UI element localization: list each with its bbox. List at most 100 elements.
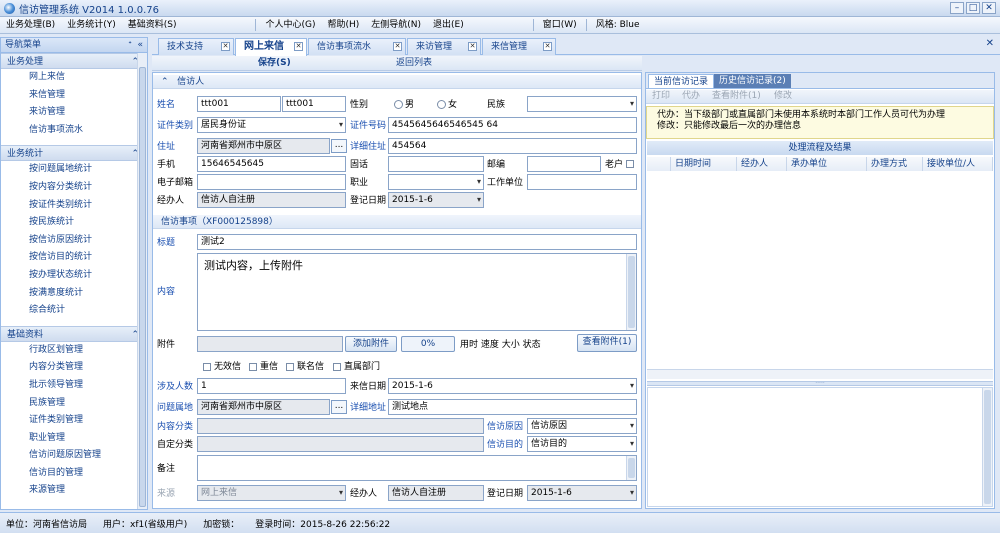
address-field[interactable]: 河南省郑州市中原区 [197,138,330,154]
nav-stat-reason[interactable]: 按信访原因统计 [1,232,147,250]
view-attachment-link[interactable]: 查看附件(1) [712,90,761,103]
email-field[interactable] [197,174,346,190]
nav-stat-overall[interactable]: 综合统计 [1,302,147,320]
close-icon[interactable]: ✕ [543,42,552,51]
menu-left-nav[interactable]: 左侧导航(N) [365,17,427,34]
group-statistics[interactable]: 业务统计 ⌃ [1,145,147,162]
address-picker-button[interactable]: ... [331,139,347,153]
problem-place-picker-button[interactable]: ... [331,400,347,414]
col-handler[interactable]: 经办人 [737,157,787,171]
nav-stat-place[interactable]: 按问题属地统计 [1,161,147,179]
remark-scrollbar[interactable] [626,456,636,480]
custom-category-field[interactable] [197,436,484,452]
nav-stat-satisfaction[interactable]: 按满意度统计 [1,285,147,303]
print-button[interactable]: 打印 [652,90,670,103]
minimize-icon[interactable]: – [950,2,964,14]
people-field[interactable]: 1 [197,378,346,394]
joint-checkbox[interactable] [286,363,294,371]
save-button[interactable]: 保存(S) [258,56,291,71]
idtype-select[interactable]: 居民身份证 [197,117,346,133]
detail-address-field[interactable]: 测试地点 [388,399,637,415]
tab-online-letter[interactable]: 网上来信 ✕ [235,38,307,56]
tab-visit-mgmt[interactable]: 来访管理 ✕ [407,38,481,55]
col-unit[interactable]: 承办单位 [787,157,867,171]
nav-stat-status[interactable]: 按办理状态统计 [1,267,147,285]
female-radio[interactable] [437,100,446,109]
nav-stat-ethnic[interactable]: 按民族统计 [1,214,147,232]
category-field[interactable] [197,418,484,434]
nav-stat-content[interactable]: 按内容分类统计 [1,179,147,197]
elder-checkbox[interactable] [626,160,634,168]
menu-personal[interactable]: 个人中心(G) [259,17,321,34]
close-icon[interactable]: ✕ [221,42,230,51]
collapse-icon[interactable]: ⌃ [161,77,169,87]
remark-textarea[interactable] [197,455,637,481]
nav-purpose[interactable]: 信访目的管理 [1,465,147,483]
back-to-list-button[interactable]: 返回列表 [396,56,432,71]
nav-leader[interactable]: 批示领导管理 [1,377,147,395]
purpose-select[interactable]: 信访目的 [527,436,637,452]
job-select[interactable] [388,174,484,190]
collapse-icon[interactable]: « [137,40,143,50]
nav-region[interactable]: 行政区划管理 [1,342,147,360]
menu-window[interactable]: 窗口(W) [537,17,583,34]
group-business[interactable]: 业务处理 ⌃ [1,53,147,69]
repeat-checkbox[interactable] [249,363,257,371]
reason-select[interactable]: 信访原因 [527,418,637,434]
nav-idtype[interactable]: 证件类别管理 [1,412,147,430]
maximize-icon[interactable]: □ [966,2,980,14]
title-field[interactable]: 测试2 [197,234,637,250]
nav-category[interactable]: 内容分类管理 [1,359,147,377]
pin-icon[interactable]: ᐩ [128,40,132,50]
nav-stat-idtype[interactable]: 按证件类别统计 [1,197,147,215]
menu-style[interactable]: 风格: Blue [590,17,646,34]
edit-button[interactable]: 修改 [774,90,792,103]
col-datetime[interactable]: 日期时间 [671,157,737,171]
close-icon[interactable]: ✕ [468,42,477,51]
tab-current-record[interactable]: 当前信访记录 [648,74,715,88]
nav-job[interactable]: 职业管理 [1,430,147,448]
nav-ethnic[interactable]: 民族管理 [1,395,147,413]
phone-field[interactable] [388,156,484,172]
group-basic-data[interactable]: 基础资料 ⌃ [1,325,147,342]
letterdate-field[interactable]: 2015-1-6 [388,378,637,394]
nav-reason[interactable]: 信访问题原因管理 [1,447,147,465]
close-icon[interactable]: ✕ [393,42,402,51]
address-detail-field[interactable]: 454564 [388,138,637,154]
nav-visit-mgmt[interactable]: 来访管理 [1,104,147,122]
content-textarea[interactable]: 测试内容，上传附件 [197,253,637,331]
sidebar-scrollbar[interactable] [137,53,147,509]
menu-basic-data[interactable]: 基础资料(S) [122,17,183,34]
nav-source[interactable]: 来源管理 [1,482,147,500]
menu-help[interactable]: 帮助(H) [321,17,365,34]
zip-field[interactable] [527,156,601,172]
workunit-field[interactable] [527,174,637,190]
results-splitter[interactable]: ····· [647,381,993,387]
horizontal-scrollbar[interactable] [647,369,993,379]
menu-business[interactable]: 业务处理(B) [0,17,61,34]
close-all-tabs-icon[interactable]: ✕ [986,38,994,49]
tab-matter-flow[interactable]: 信访事项流水 ✕ [308,38,406,55]
col-receiver[interactable]: 接收单位/人 [923,157,993,171]
problem-place-field[interactable]: 河南省郑州市中原区 [197,399,330,415]
male-radio[interactable] [394,100,403,109]
idno-field[interactable]: 4545645646546545 64 [388,117,637,133]
nav-matter-flow[interactable]: 信访事项流水 [1,122,147,140]
mobile-field[interactable]: 15646545645 [197,156,346,172]
detail-scrollbar[interactable] [982,388,992,506]
menu-exit[interactable]: 退出(E) [427,17,470,34]
nav-online-letter[interactable]: 网上来信 [1,69,147,87]
content-scrollbar[interactable] [626,254,636,330]
ethnic-select[interactable] [527,96,637,112]
invalid-checkbox[interactable] [203,363,211,371]
close-icon[interactable]: ✕ [294,42,303,51]
add-attachment-button[interactable]: 添加附件 [345,336,397,352]
close-icon[interactable]: ✕ [982,2,996,14]
nav-letter-mgmt[interactable]: 来信管理 [1,87,147,105]
tab-history-record[interactable]: 历史信访记录(2) [714,74,791,88]
view-attachment-button[interactable]: 查看附件(1) [577,334,637,352]
proxy-button[interactable]: 代办 [682,90,700,103]
col-method[interactable]: 办理方式 [867,157,923,171]
tab-tech-support[interactable]: 技术支持 ✕ [158,38,234,55]
direct-checkbox[interactable] [333,363,341,371]
